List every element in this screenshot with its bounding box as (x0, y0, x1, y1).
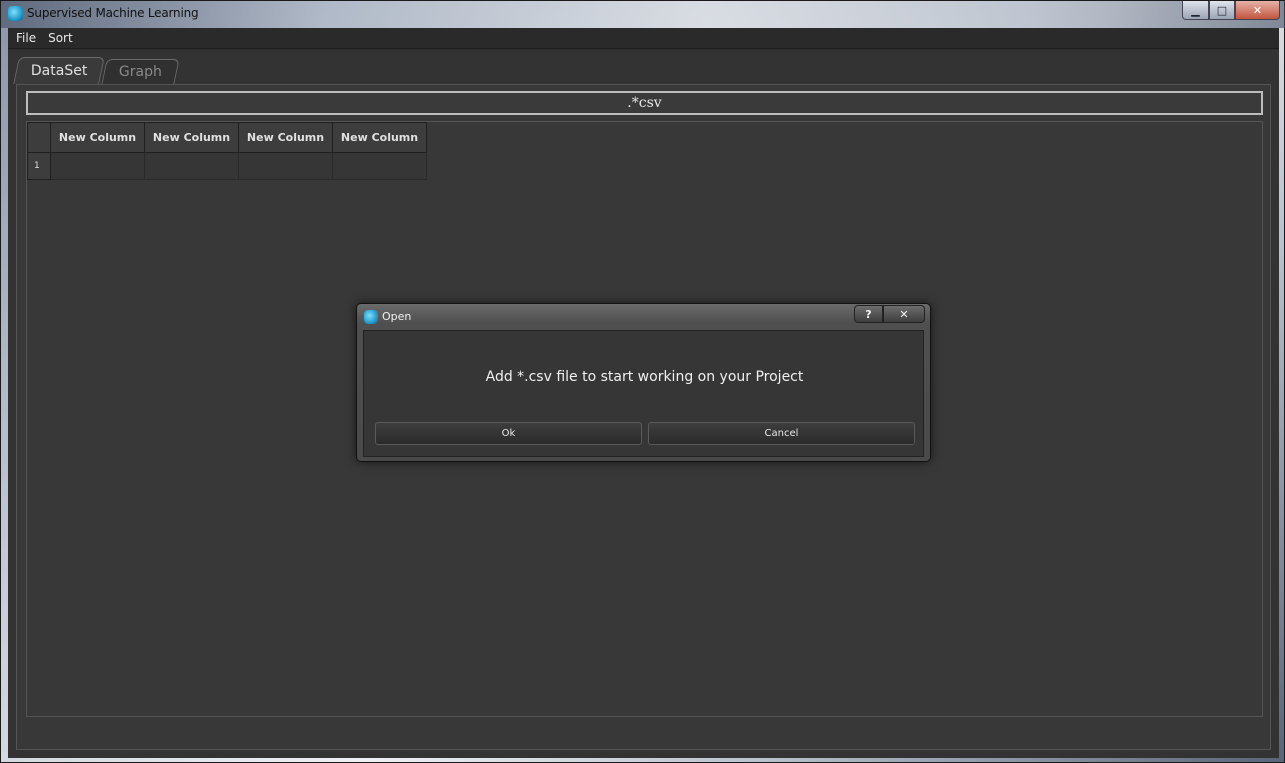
table-cell[interactable] (144, 152, 239, 180)
dialog-title: Open (382, 310, 412, 323)
dialog-help-button[interactable]: ? (854, 305, 883, 323)
column-header[interactable]: New Column (50, 122, 145, 153)
open-dialog: Open ? ✕ Add *.csv file to start working… (356, 303, 931, 462)
maximize-button[interactable]: □ (1209, 1, 1235, 20)
csv-file-field[interactable]: .*csv (26, 91, 1263, 115)
title-bar: Supervised Machine Learning ▁ □ ✕ (1, 1, 1285, 28)
tab-dataset-label: DataSet (30, 63, 88, 79)
table-cell[interactable] (50, 152, 145, 180)
dialog-close-button[interactable]: ✕ (883, 305, 925, 323)
menu-bar: File Sort (8, 28, 1279, 49)
data-table: New Column New Column New Column New Col… (27, 122, 427, 180)
minimize-button[interactable]: ▁ (1182, 1, 1209, 20)
menu-sort[interactable]: Sort (42, 28, 79, 49)
ok-button[interactable]: Ok (375, 422, 642, 445)
tab-graph[interactable]: Graph (101, 59, 181, 84)
column-header[interactable]: New Column (238, 122, 333, 153)
table-cell[interactable] (332, 152, 427, 180)
column-header[interactable]: New Column (144, 122, 239, 153)
dialog-app-icon (364, 310, 378, 324)
close-button[interactable]: ✕ (1235, 1, 1280, 20)
table-row: 1 (27, 152, 427, 180)
tab-dataset[interactable]: DataSet (13, 57, 106, 84)
column-header[interactable]: New Column (332, 122, 427, 153)
table-corner-button[interactable] (27, 122, 51, 153)
window-title: Supervised Machine Learning (27, 6, 199, 20)
app-icon (8, 6, 23, 21)
table-cell[interactable] (238, 152, 333, 180)
tab-graph-label: Graph (119, 64, 163, 80)
dialog-message: Add *.csv file to start working on your … (485, 369, 804, 385)
dialog-body: Add *.csv file to start working on your … (363, 330, 924, 457)
app-window: Supervised Machine Learning ▁ □ ✕ File S… (0, 0, 1285, 763)
cancel-button[interactable]: Cancel (648, 422, 915, 445)
row-header[interactable]: 1 (27, 152, 51, 180)
menu-file[interactable]: File (10, 28, 42, 49)
table-header-row: New Column New Column New Column New Col… (27, 122, 427, 153)
window-controls: ▁ □ ✕ (1182, 1, 1280, 21)
tab-bar: DataSet Graph (13, 57, 181, 85)
